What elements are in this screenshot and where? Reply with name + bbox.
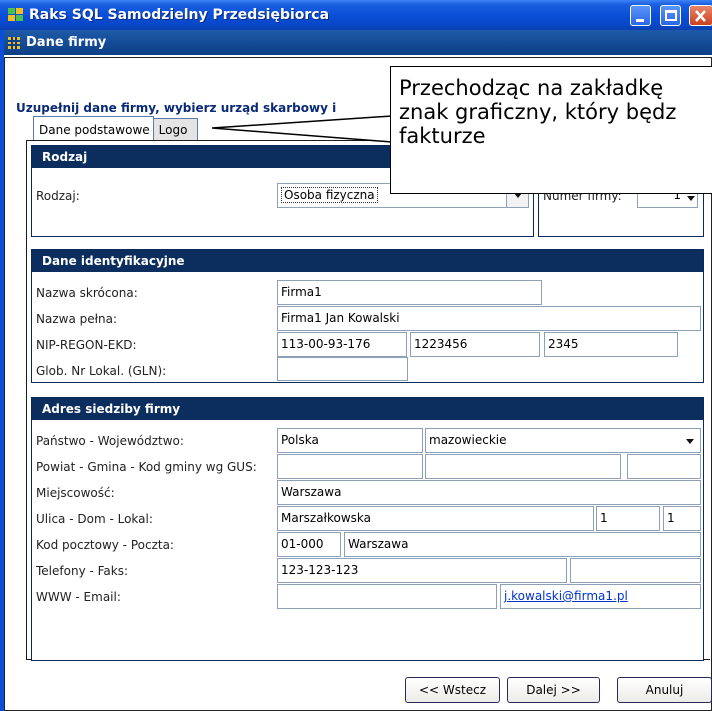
section-dane-identyfikacyjne: Dane identyfikacyjne Nazwa skrócona: Fir…: [31, 249, 704, 383]
ekd-input[interactable]: 2345: [544, 332, 678, 357]
poczta-input[interactable]: Warszawa: [344, 532, 701, 557]
regon-input[interactable]: 1223456: [410, 332, 540, 357]
title-bar: Raks SQL Samodzielny Przedsiębiorca: [0, 0, 712, 30]
next-button[interactable]: Dalej >>: [507, 677, 600, 703]
instruction-text: Uzupełnij dane firmy, wybierz urząd skar…: [16, 101, 337, 115]
miejscowosc-label: Miejscowość:: [36, 486, 115, 500]
callout-line-1: Przechodząc na zakładkę: [399, 76, 664, 100]
kod-pocztowy-label: Kod pocztowy - Poczta:: [36, 538, 174, 552]
nazwa-skrocona-input[interactable]: Firma1: [277, 280, 542, 305]
email-input[interactable]: j.kowalski@firma1.pl: [500, 584, 701, 609]
telefony-input[interactable]: 123-123-123: [277, 558, 567, 583]
maximize-icon: [665, 10, 677, 21]
gmina-input[interactable]: [425, 454, 621, 479]
ulica-dom-lokal-label: Ulica - Dom - Lokal:: [36, 512, 153, 526]
gln-input[interactable]: [277, 357, 408, 381]
wojewodztwo-value: mazowieckie: [429, 433, 507, 447]
tab-dane-podstawowe[interactable]: Dane podstawowe: [33, 116, 154, 140]
back-button[interactable]: << Wstecz: [405, 677, 500, 703]
powiat-input[interactable]: [277, 454, 423, 479]
callout-tooltip: Przechodząc na zakładkę znak graficzny, …: [390, 66, 712, 194]
nip-regon-ekd-label: NIP-REGON-EKD:: [36, 338, 137, 352]
rodzaj-value: Osoba fizyczna: [281, 187, 378, 203]
chevron-down-icon[interactable]: [686, 439, 694, 444]
dom-input[interactable]: 1: [596, 506, 660, 531]
www-email-label: WWW - Email:: [36, 590, 121, 604]
faks-input[interactable]: [570, 558, 701, 583]
rodzaj-label: Rodzaj:: [36, 189, 80, 203]
close-button[interactable]: [689, 5, 712, 26]
callout-line-3: fakturze: [399, 124, 486, 148]
grid-icon: [8, 37, 20, 49]
tab-logo[interactable]: Logo: [153, 118, 199, 140]
gln-label: Glob. Nr Lokal. (GLN):: [36, 364, 167, 378]
panstwo-input[interactable]: Polska: [277, 428, 423, 453]
lokal-input[interactable]: 1: [663, 506, 701, 531]
www-input[interactable]: [277, 584, 497, 609]
minimize-button[interactable]: [630, 5, 651, 26]
minimize-icon: [636, 19, 644, 22]
kod-gminy-input[interactable]: [627, 454, 701, 479]
tab-strip: Dane podstawowe Logo: [33, 116, 199, 140]
wojewodztwo-select[interactable]: mazowieckie: [425, 428, 701, 453]
ulica-input[interactable]: Marszałkowska: [277, 506, 594, 531]
nip-input[interactable]: 113-00-93-176: [277, 332, 407, 357]
nazwa-skrocona-label: Nazwa skrócona:: [36, 286, 138, 300]
callout-line-2: znak graficzny, który będz: [399, 100, 677, 124]
close-icon: [695, 10, 706, 22]
subwindow-title: Dane firmy: [26, 35, 107, 50]
panstwo-wojewodztwo-label: Państwo - Województwo:: [36, 434, 184, 448]
kod-pocztowy-input[interactable]: 01-000: [277, 532, 341, 557]
telefony-faks-label: Telefony - Faks:: [36, 564, 129, 578]
nazwa-pelna-label: Nazwa pełna:: [36, 312, 118, 326]
cancel-button[interactable]: Anuluj: [617, 677, 712, 703]
section-header: Dane identyfikacyjne: [32, 250, 703, 272]
app-icon: [8, 8, 24, 22]
tab-panel: Rodzaj Rodzaj: Osoba fizyczna Numer firm…: [26, 140, 710, 661]
nazwa-pelna-input[interactable]: Firma1 Jan Kowalski: [277, 306, 701, 331]
section-header: Adres siedziby firmy: [32, 398, 703, 420]
window-title: Raks SQL Samodzielny Przedsiębiorca: [29, 7, 330, 23]
powiat-gmina-label: Powiat - Gmina - Kod gminy wg GUS:: [36, 460, 257, 474]
maximize-button[interactable]: [660, 5, 681, 26]
miejscowosc-input[interactable]: Warszawa: [277, 480, 701, 505]
subwindow-header: Dane firmy: [4, 30, 712, 55]
section-adres-siedziby: Adres siedziby firmy Państwo - Województ…: [31, 397, 704, 661]
